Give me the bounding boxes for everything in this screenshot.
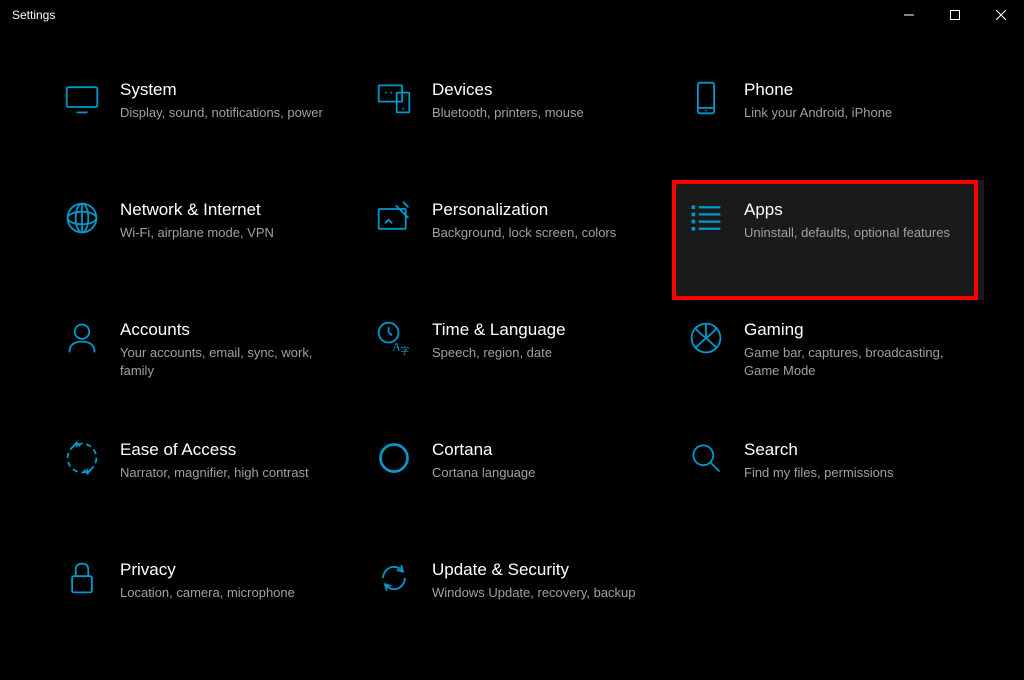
ease-of-access-icon	[62, 438, 102, 478]
category-desc: Cortana language	[432, 464, 658, 482]
category-ease-of-access[interactable]: Ease of Access Narrator, magnifier, high…	[48, 420, 360, 540]
category-personalization[interactable]: Personalization Background, lock screen,…	[360, 180, 672, 300]
category-desc: Game bar, captures, broadcasting, Game M…	[744, 344, 970, 380]
category-accounts[interactable]: Accounts Your accounts, email, sync, wor…	[48, 300, 360, 420]
category-title: System	[120, 80, 346, 100]
category-title: Phone	[744, 80, 970, 100]
category-desc: Bluetooth, printers, mouse	[432, 104, 658, 122]
maximize-button[interactable]	[932, 0, 978, 30]
apps-icon	[686, 198, 726, 238]
category-desc: Display, sound, notifications, power	[120, 104, 346, 122]
category-title: Ease of Access	[120, 440, 346, 460]
category-text: Ease of Access Narrator, magnifier, high…	[120, 438, 346, 482]
category-text: Apps Uninstall, defaults, optional featu…	[744, 198, 970, 242]
category-update-security[interactable]: Update & Security Windows Update, recove…	[360, 540, 672, 660]
category-title: Gaming	[744, 320, 970, 340]
update-security-icon	[374, 558, 414, 598]
category-privacy[interactable]: Privacy Location, camera, microphone	[48, 540, 360, 660]
category-text: Search Find my files, permissions	[744, 438, 970, 482]
category-title: Network & Internet	[120, 200, 346, 220]
window-title: Settings	[12, 8, 55, 22]
titlebar: Settings	[0, 0, 1024, 30]
category-title: Accounts	[120, 320, 346, 340]
category-text: Update & Security Windows Update, recove…	[432, 558, 658, 602]
category-desc: Location, camera, microphone	[120, 584, 346, 602]
category-text: Time & Language Speech, region, date	[432, 318, 658, 362]
minimize-button[interactable]	[886, 0, 932, 30]
category-cortana[interactable]: Cortana Cortana language	[360, 420, 672, 540]
category-apps[interactable]: Apps Uninstall, defaults, optional featu…	[672, 180, 984, 300]
accounts-icon	[62, 318, 102, 358]
category-search[interactable]: Search Find my files, permissions	[672, 420, 984, 540]
search-icon	[686, 438, 726, 478]
window-controls	[886, 0, 1024, 30]
settings-content: System Display, sound, notifications, po…	[0, 30, 1024, 680]
category-text: Accounts Your accounts, email, sync, wor…	[120, 318, 346, 380]
category-text: Phone Link your Android, iPhone	[744, 78, 970, 122]
category-text: Devices Bluetooth, printers, mouse	[432, 78, 658, 122]
time-language-icon: A字	[374, 318, 414, 358]
privacy-icon	[62, 558, 102, 598]
category-time-language[interactable]: A字 Time & Language Speech, region, date	[360, 300, 672, 420]
category-phone[interactable]: Phone Link your Android, iPhone	[672, 60, 984, 180]
category-text: System Display, sound, notifications, po…	[120, 78, 346, 122]
category-title: Devices	[432, 80, 658, 100]
category-desc: Narrator, magnifier, high contrast	[120, 464, 346, 482]
cortana-icon	[374, 438, 414, 478]
category-devices[interactable]: Devices Bluetooth, printers, mouse	[360, 60, 672, 180]
category-text: Cortana Cortana language	[432, 438, 658, 482]
category-desc: Speech, region, date	[432, 344, 658, 362]
category-network[interactable]: Network & Internet Wi-Fi, airplane mode,…	[48, 180, 360, 300]
category-text: Personalization Background, lock screen,…	[432, 198, 658, 242]
category-title: Privacy	[120, 560, 346, 580]
category-system[interactable]: System Display, sound, notifications, po…	[48, 60, 360, 180]
devices-icon	[374, 78, 414, 118]
personalization-icon	[374, 198, 414, 238]
category-title: Personalization	[432, 200, 658, 220]
category-desc: Find my files, permissions	[744, 464, 970, 482]
category-text: Gaming Game bar, captures, broadcasting,…	[744, 318, 970, 380]
category-desc: Windows Update, recovery, backup	[432, 584, 658, 602]
phone-icon	[686, 78, 726, 118]
category-desc: Uninstall, defaults, optional features	[744, 224, 970, 242]
svg-text:字: 字	[400, 345, 409, 356]
category-title: Time & Language	[432, 320, 658, 340]
gaming-icon	[686, 318, 726, 358]
category-desc: Link your Android, iPhone	[744, 104, 970, 122]
category-desc: Wi-Fi, airplane mode, VPN	[120, 224, 346, 242]
close-button[interactable]	[978, 0, 1024, 30]
category-title: Update & Security	[432, 560, 658, 580]
network-icon	[62, 198, 102, 238]
system-icon	[62, 78, 102, 118]
category-title: Search	[744, 440, 970, 460]
category-gaming[interactable]: Gaming Game bar, captures, broadcasting,…	[672, 300, 984, 420]
category-title: Cortana	[432, 440, 658, 460]
category-text: Network & Internet Wi-Fi, airplane mode,…	[120, 198, 346, 242]
category-desc: Your accounts, email, sync, work, family	[120, 344, 346, 380]
category-title: Apps	[744, 200, 970, 220]
category-text: Privacy Location, camera, microphone	[120, 558, 346, 602]
category-desc: Background, lock screen, colors	[432, 224, 658, 242]
settings-grid: System Display, sound, notifications, po…	[48, 60, 984, 660]
